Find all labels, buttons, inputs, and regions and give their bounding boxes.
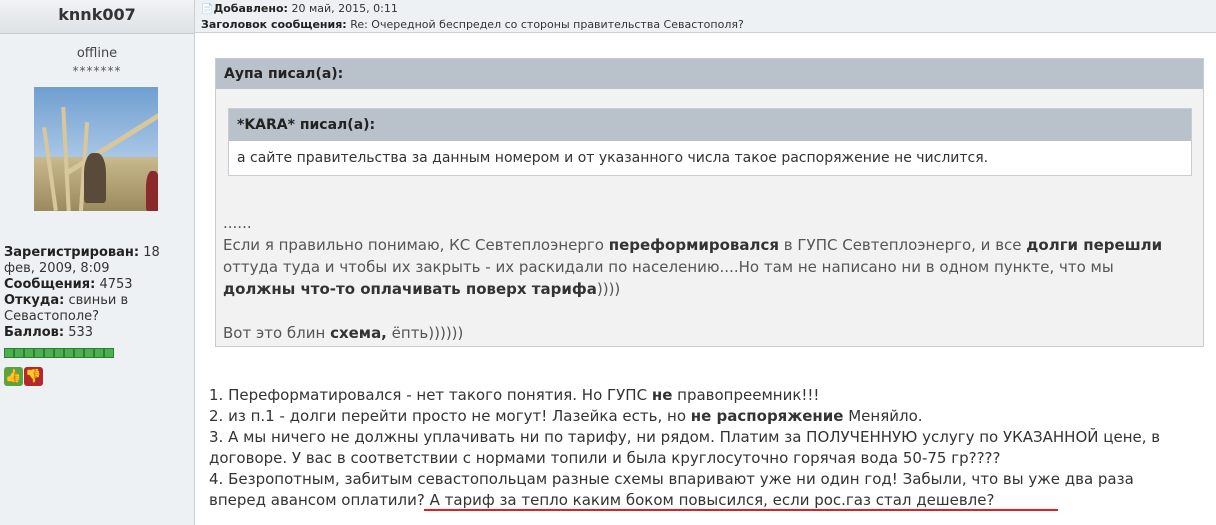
outer-quote: Аупа писал(а): *KARA* писал(а): а сайте …	[215, 58, 1204, 347]
subject-value: Re: Очередной беспредел со стороны прави…	[350, 18, 744, 31]
points-value: 533	[68, 325, 94, 340]
quote-text: оттуда туда и чтобы их закрыть - их раск…	[223, 258, 1114, 276]
messages-value: 4753	[99, 277, 133, 292]
online-status: offline	[76, 46, 118, 61]
vote-buttons: 👍 👎	[0, 362, 194, 389]
inner-quote-title: *KARA* писал(а):	[229, 109, 1191, 141]
rank-stars: *******	[72, 64, 122, 78]
outer-quote-title: Аупа писал(а):	[216, 59, 1203, 89]
quote-paragraph-1: Если я правильно понимаю, КС Севтеплоэне…	[223, 234, 1188, 300]
registered-label: Зарегистрирован:	[4, 245, 140, 260]
quote-text: в ГУПС Севтеплоэнерго, и все	[779, 236, 1027, 254]
reputation-segment	[24, 348, 34, 358]
reputation-segment	[44, 348, 54, 358]
reputation-bar	[0, 341, 194, 362]
quote-bold: должны что-то оплачивать поверх тарифа	[223, 280, 597, 298]
reputation-segment	[34, 348, 44, 358]
quote-text: Если я правильно понимаю, КС Севтеплоэне…	[223, 236, 609, 254]
forum-post: knnk007 offline ******* Зарегистрирован:…	[0, 0, 1216, 525]
post-line-1: 1. Переформатировался - нет такого понят…	[209, 385, 1194, 406]
messages-label: Сообщения:	[4, 277, 96, 292]
post-text: 2. из п.1 - долги перейти просто не могу…	[209, 407, 691, 425]
document-icon: 📄	[201, 4, 214, 15]
quote-bold: долги перешли	[1026, 236, 1163, 254]
reputation-segment	[94, 348, 104, 358]
author-username[interactable]: knnk007	[0, 0, 194, 34]
outer-quote-body: ...... Если я правильно понимаю, КС Севт…	[223, 212, 1188, 344]
quote-dots: ......	[223, 214, 252, 232]
reputation-segment	[104, 348, 114, 358]
quote-text: ёпть))))))	[386, 324, 464, 342]
thumbs-up-icon[interactable]: 👍	[4, 367, 23, 386]
post-text: правопреемник!!!	[672, 386, 820, 404]
post-line-3: 3. А мы ничего не должны уплачивать ни п…	[209, 428, 1161, 467]
inner-quote-text: а сайте правительства за данным номером …	[237, 150, 989, 166]
thumbs-down-icon[interactable]: 👎	[24, 367, 43, 386]
reputation-segment	[84, 348, 94, 358]
added-label: Добавлено:	[213, 2, 288, 15]
post-line-2: 2. из п.1 - долги перейти просто не могу…	[209, 406, 1194, 427]
reputation-segment	[4, 348, 14, 358]
avatar-person	[84, 153, 106, 203]
quote-bold: переформировался	[608, 236, 780, 254]
reputation-segment	[54, 348, 64, 358]
quote-text: Вот это блин	[223, 324, 331, 342]
post-line-4: 4. Безропотным, забитым севастопольцам р…	[209, 470, 1134, 509]
quote-paragraph-2: Вот это блин схема, ёпть))))))	[223, 322, 1188, 344]
avatar[interactable]	[34, 87, 158, 211]
reputation-segment	[74, 348, 84, 358]
author-panel: knnk007 offline ******* Зарегистрирован:…	[0, 0, 195, 525]
reputation-segment	[64, 348, 74, 358]
post-body: 1. Переформатировался - нет такого понят…	[209, 385, 1194, 511]
avatar-person	[146, 171, 158, 211]
author-info: Зарегистрирован: 18 фев, 2009, 8:09 Сооб…	[0, 245, 194, 341]
subject-label: Заголовок сообщения:	[201, 18, 347, 31]
added-value: 20 май, 2015, 0:11	[291, 2, 398, 15]
reputation-segment	[14, 348, 24, 358]
inner-quote: *KARA* писал(а): а сайте правительства з…	[228, 108, 1192, 176]
avatar-sky	[34, 87, 158, 157]
post-header: 📄Добавлено: 20 май, 2015, 0:11 Заголовок…	[195, 0, 1216, 33]
post-text: Меняйло.	[843, 407, 923, 425]
points-label: Баллов:	[4, 325, 65, 340]
from-label: Откуда:	[4, 293, 65, 308]
post-text: 1. Переформатировался - нет такого понят…	[209, 386, 652, 404]
post-bold: не распоряжение	[690, 407, 844, 425]
red-underline	[424, 509, 1058, 511]
quote-bold: схема,	[330, 324, 387, 342]
post-bold: не	[651, 386, 673, 404]
quote-text: ))))	[596, 280, 621, 298]
